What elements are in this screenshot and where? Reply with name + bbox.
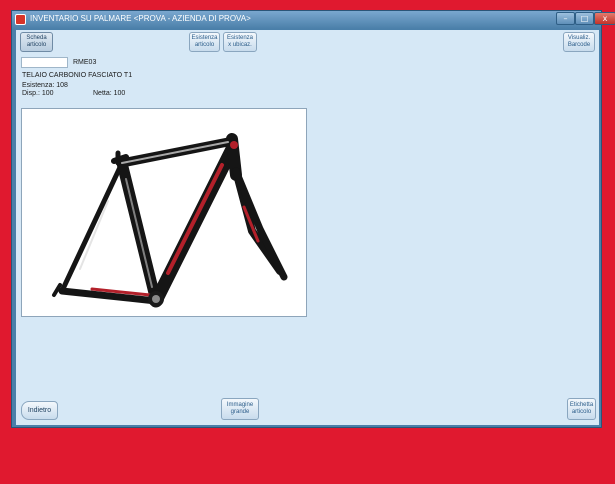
close-button[interactable]: x: [594, 12, 615, 25]
visualizza-barcode-button[interactable]: Visualiz. Barcode: [563, 32, 595, 52]
indietro-button[interactable]: Indietro: [21, 401, 58, 420]
window-title: INVENTARIO SU PALMARE <PROVA - AZIENDA D…: [30, 14, 251, 23]
article-code-input[interactable]: [21, 57, 68, 68]
app-window: INVENTARIO SU PALMARE <PROVA - AZIENDA D…: [11, 10, 615, 428]
netta-value: Netta: 100: [93, 90, 126, 97]
bicycle-frame-icon: [52, 133, 288, 308]
esistenza-value: Esistenza: 108: [22, 82, 68, 89]
immagine-grande-button[interactable]: Immagine grande: [221, 398, 259, 420]
esistenza-ubicazione-button[interactable]: Esistenza x ubicaz.: [223, 32, 257, 52]
esistenza-articolo-button[interactable]: Esistenza articolo: [189, 32, 220, 52]
article-code: RME03: [73, 59, 97, 66]
article-image[interactable]: [21, 108, 307, 317]
maximize-button[interactable]: □: [575, 12, 594, 25]
main-panel: Scheda articolo Esistenza articolo Esist…: [16, 30, 599, 425]
minimize-button[interactable]: –: [556, 12, 575, 25]
disponibile-value: Disp.: 100: [22, 90, 54, 97]
app-icon: [15, 14, 26, 25]
scheda-articolo-button[interactable]: Scheda articolo: [20, 32, 53, 52]
article-description: TELAIO CARBONIO FASCIATO T1: [22, 72, 133, 79]
etichetta-articolo-button[interactable]: Etichetta articolo: [567, 398, 596, 420]
title-bar[interactable]: INVENTARIO SU PALMARE <PROVA - AZIENDA D…: [12, 11, 615, 29]
